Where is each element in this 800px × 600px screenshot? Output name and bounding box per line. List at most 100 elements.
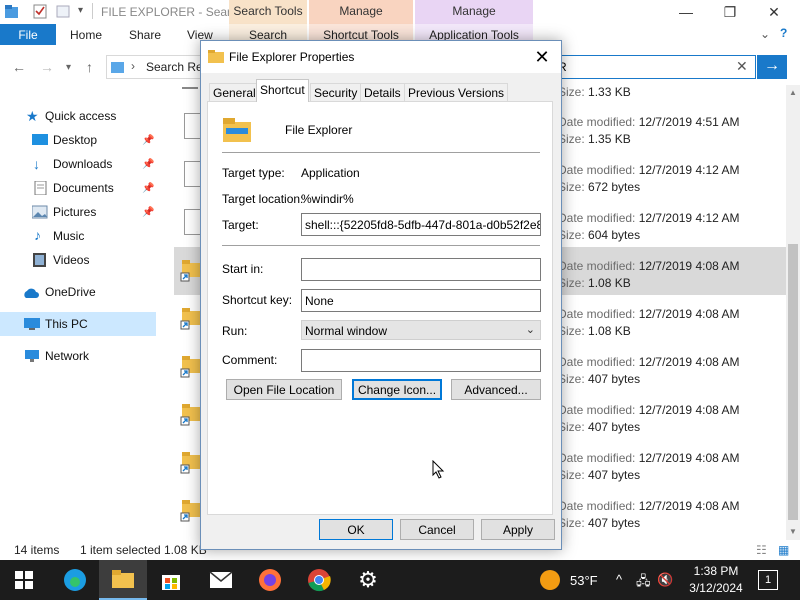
file-row-8-date[interactable]: Date modified: 12/7/2019 4:08 AM	[558, 451, 739, 465]
file-row-2-date[interactable]: Date modified: 12/7/2019 4:12 AM	[558, 163, 739, 177]
date-label: Date modified:	[558, 115, 636, 129]
show-hidden-icons[interactable]: ^	[616, 572, 622, 587]
file-date: 12/7/2019 4:12 AM	[638, 163, 740, 177]
recent-locations-icon[interactable]: ▾	[66, 62, 71, 73]
qat-dropdown-icon[interactable]: ▾	[78, 5, 83, 16]
nav-videos[interactable]: Videos	[0, 248, 156, 272]
dialog-close-button[interactable]: ✕	[527, 45, 557, 69]
ribbon-expand-icon[interactable]: ⌄	[760, 27, 770, 41]
properties-qat-icon[interactable]	[33, 4, 47, 19]
advanced-button[interactable]: Advanced...	[451, 379, 541, 400]
notification-center-button[interactable]: 1	[758, 570, 778, 590]
maximize-button[interactable]: ❐	[708, 0, 752, 24]
nav-desktop[interactable]: Desktop 📌	[0, 128, 156, 152]
target-field[interactable]: shell:::{52205fd8-5dfb-447d-801a-d0b52f2…	[301, 213, 541, 236]
target-location-label: Target location:	[222, 192, 304, 206]
scrollbar-thumb[interactable]	[788, 244, 798, 520]
search-input[interactable]	[556, 55, 756, 79]
dialog-title: File Explorer Properties	[229, 50, 355, 64]
file-explorer-icon	[223, 118, 251, 142]
size-label: Size:	[558, 516, 585, 530]
cancel-button[interactable]: Cancel	[400, 519, 474, 540]
clear-search-icon[interactable]: ✕	[736, 58, 748, 75]
file-row-9-date[interactable]: Date modified: 12/7/2019 4:08 AM	[558, 499, 739, 513]
tab-shortcut[interactable]: Shortcut	[256, 79, 309, 102]
scroll-up-icon[interactable]: ▲	[789, 88, 797, 97]
nav-onedrive[interactable]: OneDrive	[0, 280, 156, 304]
file-row-9-size[interactable]: Size: 407 bytes	[558, 516, 640, 530]
search-results-icon	[111, 62, 124, 73]
forward-arrow-icon[interactable]: →	[40, 59, 54, 75]
taskbar-chrome-button[interactable]	[295, 560, 343, 600]
target-location-value: %windir%	[301, 192, 354, 206]
file-row-4-size[interactable]: Size: 1.08 KB	[558, 276, 631, 290]
file-row-7-size[interactable]: Size: 407 bytes	[558, 420, 640, 434]
size-label: Size:	[558, 85, 585, 99]
new-folder-qat-icon[interactable]	[56, 4, 70, 19]
file-row-7-date[interactable]: Date modified: 12/7/2019 4:08 AM	[558, 403, 739, 417]
file-row-6-date[interactable]: Date modified: 12/7/2019 4:08 AM	[558, 355, 739, 369]
up-arrow-icon[interactable]: ↑	[86, 59, 93, 75]
apply-button[interactable]: Apply	[481, 519, 555, 540]
file-row-1-size[interactable]: Size: 1.35 KB	[558, 132, 631, 146]
start-in-field[interactable]	[301, 258, 541, 281]
file-row-8-size[interactable]: Size: 407 bytes	[558, 468, 640, 482]
close-window-button[interactable]: ✕	[752, 0, 796, 24]
large-icons-view-icon[interactable]: ▦	[778, 543, 789, 557]
file-row-5-size[interactable]: Size: 1.08 KB	[558, 324, 631, 338]
date-label: Date modified:	[558, 163, 636, 177]
size-label: Size:	[558, 420, 585, 434]
file-row-4-date[interactable]: Date modified: 12/7/2019 4:08 AM	[558, 259, 739, 273]
tab-share[interactable]: Share	[129, 28, 161, 42]
nav-network[interactable]: Network	[0, 344, 156, 368]
nav-quick-access[interactable]: ★ Quick access	[0, 104, 156, 128]
scroll-down-icon[interactable]: ▼	[789, 527, 797, 536]
back-arrow-icon[interactable]: ←	[12, 59, 26, 75]
file-row-3-size[interactable]: Size: 604 bytes	[558, 228, 640, 242]
open-file-location-button[interactable]: Open File Location	[226, 379, 342, 400]
taskbar-store-button[interactable]	[147, 560, 195, 600]
help-icon[interactable]: ?	[780, 26, 787, 40]
nav-pictures[interactable]: Pictures 📌	[0, 200, 156, 224]
ok-button[interactable]: OK	[319, 519, 393, 540]
change-icon-button[interactable]: Change Icon...	[352, 379, 442, 400]
file-row-1-date[interactable]: Date modified: 12/7/2019 4:51 AM	[558, 115, 739, 129]
weather-widget[interactable]: 53°F	[540, 560, 598, 600]
nav-downloads[interactable]: ↓ Downloads 📌	[0, 152, 156, 176]
tab-file[interactable]: File	[0, 24, 56, 45]
tab-general[interactable]: General	[209, 83, 260, 101]
nav-this-pc[interactable]: This PC	[0, 312, 156, 336]
nav-music[interactable]: ♪ Music	[0, 224, 156, 248]
chrome-icon	[308, 569, 331, 592]
file-row-5-date[interactable]: Date modified: 12/7/2019 4:08 AM	[558, 307, 739, 321]
nav-label: OneDrive	[45, 285, 96, 299]
file-row-3-date[interactable]: Date modified: 12/7/2019 4:12 AM	[558, 211, 739, 225]
clock[interactable]: 1:38 PM 3/12/2024	[686, 563, 746, 597]
shortcut-key-field[interactable]: None	[301, 289, 541, 312]
taskbar-file-explorer-button[interactable]	[99, 560, 147, 600]
file-date: 12/7/2019 4:08 AM	[638, 307, 740, 321]
tab-security[interactable]: Security	[310, 83, 362, 101]
volume-muted-icon[interactable]: 🔇	[657, 572, 673, 588]
file-row-6-size[interactable]: Size: 407 bytes	[558, 372, 640, 386]
taskbar-settings-button[interactable]: ⚙	[344, 560, 392, 600]
tab-details[interactable]: Details	[360, 83, 405, 101]
run-select[interactable]: Normal window ⌄	[301, 320, 541, 340]
nav-documents[interactable]: Documents 📌	[0, 176, 156, 200]
search-go-button[interactable]: →	[757, 55, 787, 79]
start-button[interactable]	[0, 560, 48, 600]
store-icon	[162, 575, 180, 590]
details-view-icon[interactable]: ☷	[756, 543, 767, 557]
nav-label: Quick access	[45, 109, 117, 123]
tab-home[interactable]: Home	[70, 28, 102, 42]
taskbar-mail-button[interactable]	[197, 560, 245, 600]
tab-previous-versions[interactable]: Previous Versions	[404, 83, 509, 101]
file-row-0[interactable]: Size: 1.33 KB	[558, 85, 631, 99]
date-label: Date modified:	[558, 259, 636, 273]
taskbar-firefox-button[interactable]	[246, 560, 294, 600]
taskbar-edge-button[interactable]	[51, 560, 99, 600]
minimize-button[interactable]: —	[664, 0, 708, 24]
file-row-2-size[interactable]: Size: 672 bytes	[558, 180, 640, 194]
network-tray-icon[interactable]: 🖧	[636, 572, 651, 594]
comment-field[interactable]	[301, 349, 541, 372]
